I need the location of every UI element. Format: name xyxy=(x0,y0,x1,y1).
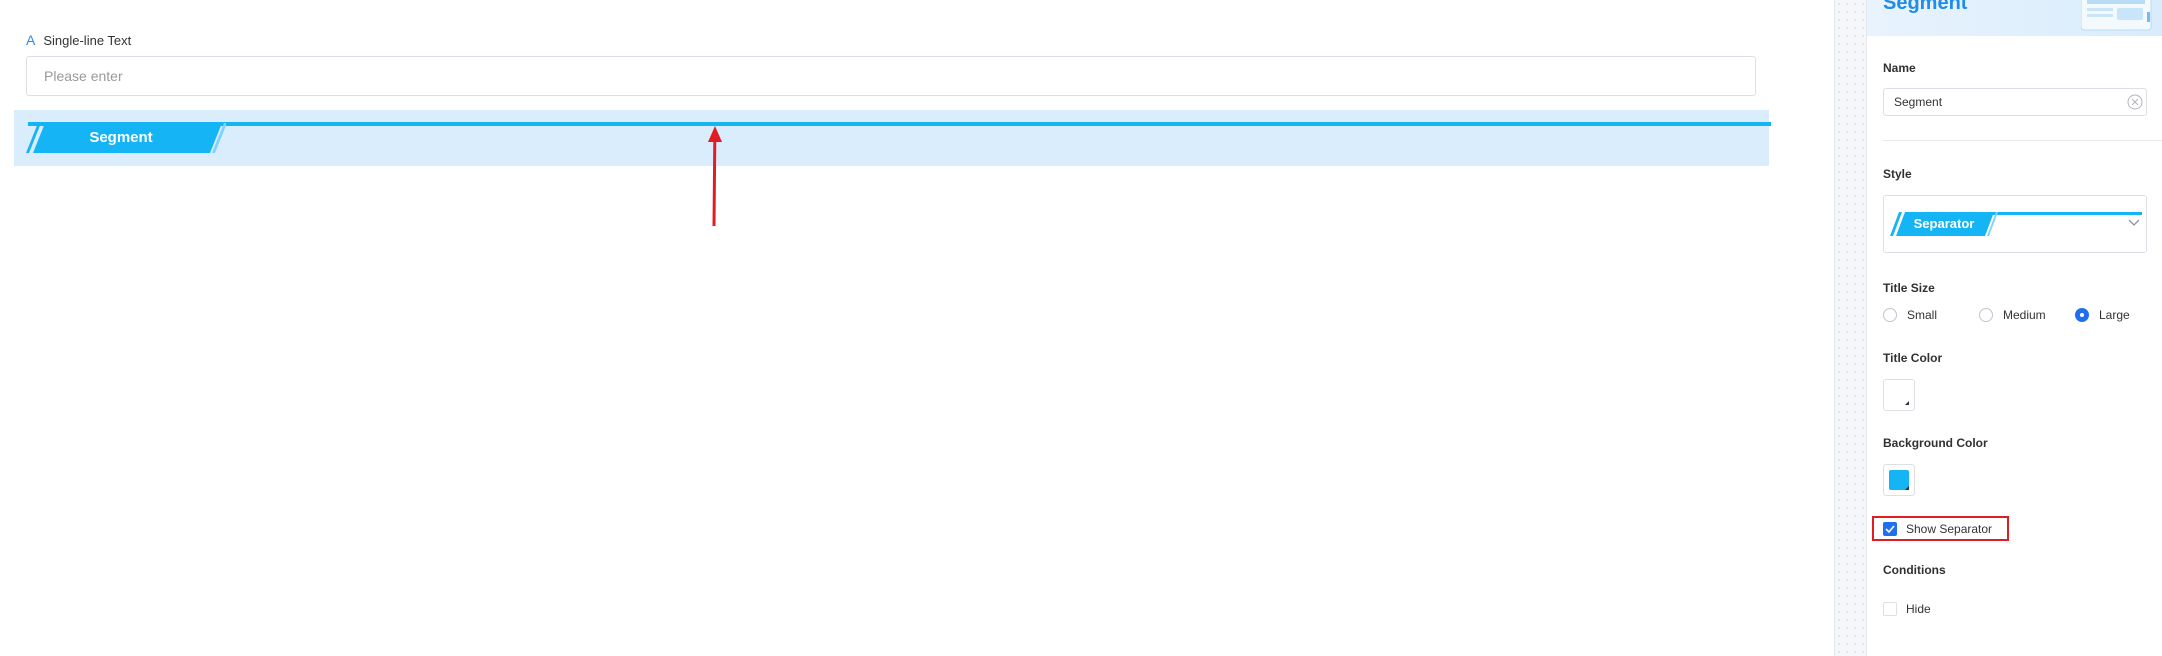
segment-title-badge: Segment xyxy=(26,123,226,153)
background-color-label: Background Color xyxy=(1883,436,1988,450)
picker-corner-icon xyxy=(1905,486,1909,490)
segment-component[interactable]: Segment xyxy=(14,110,1771,166)
radio-small[interactable]: Small xyxy=(1883,308,1979,322)
title-size-label: Title Size xyxy=(1883,281,1935,295)
hide-box[interactable] xyxy=(1883,602,1897,616)
section-divider xyxy=(1883,140,2162,141)
segment-separator-line xyxy=(28,122,1771,126)
chevron-down-icon xyxy=(2128,219,2140,226)
radio-medium-label: Medium xyxy=(2003,308,2046,322)
field-label-text: Single-line Text xyxy=(43,32,132,48)
clear-icon[interactable] xyxy=(2127,94,2143,110)
text-type-icon: A xyxy=(26,32,36,48)
hide-checkbox[interactable]: Hide xyxy=(1883,602,1931,616)
picker-corner-icon xyxy=(1905,401,1909,405)
annotation-arrow-icon xyxy=(708,126,722,227)
title-color-picker[interactable] xyxy=(1883,379,1915,411)
radio-medium[interactable]: Medium xyxy=(1979,308,2075,322)
annotation-highlight-box xyxy=(1872,516,2009,541)
component-illustration-icon xyxy=(2081,0,2152,31)
style-label: Style xyxy=(1883,167,1912,181)
title-size-radio-group: Small Medium Large xyxy=(1883,308,2130,322)
name-label: Name xyxy=(1883,61,1916,75)
radio-medium-dot[interactable] xyxy=(1979,308,1993,322)
name-input[interactable] xyxy=(1883,88,2147,116)
style-select-value: Separator xyxy=(1913,216,1975,231)
single-line-text-input[interactable] xyxy=(26,56,1756,96)
single-line-text-label: A Single-line Text xyxy=(26,31,131,49)
style-select[interactable]: Separator xyxy=(1883,195,2147,253)
segment-title-text: Segment xyxy=(89,129,153,146)
hide-label: Hide xyxy=(1906,602,1931,616)
title-color-label: Title Color xyxy=(1883,351,1943,365)
panel-title: Segment xyxy=(1883,0,1968,14)
panel-header: Segment xyxy=(1867,0,2162,36)
radio-small-label: Small xyxy=(1907,308,1938,322)
conditions-label: Conditions xyxy=(1883,563,1946,577)
properties-panel: Segment Name Style Separator Title Size xyxy=(1866,0,2162,656)
form-canvas: A Single-line Text Segment xyxy=(0,0,1834,656)
radio-large-dot[interactable] xyxy=(2075,308,2089,322)
radio-small-dot[interactable] xyxy=(1883,308,1897,322)
radio-large-label: Large xyxy=(2099,308,2130,322)
background-color-picker[interactable] xyxy=(1883,464,1915,496)
panel-resize-strip[interactable] xyxy=(1834,0,1866,656)
radio-large[interactable]: Large xyxy=(2075,308,2130,322)
